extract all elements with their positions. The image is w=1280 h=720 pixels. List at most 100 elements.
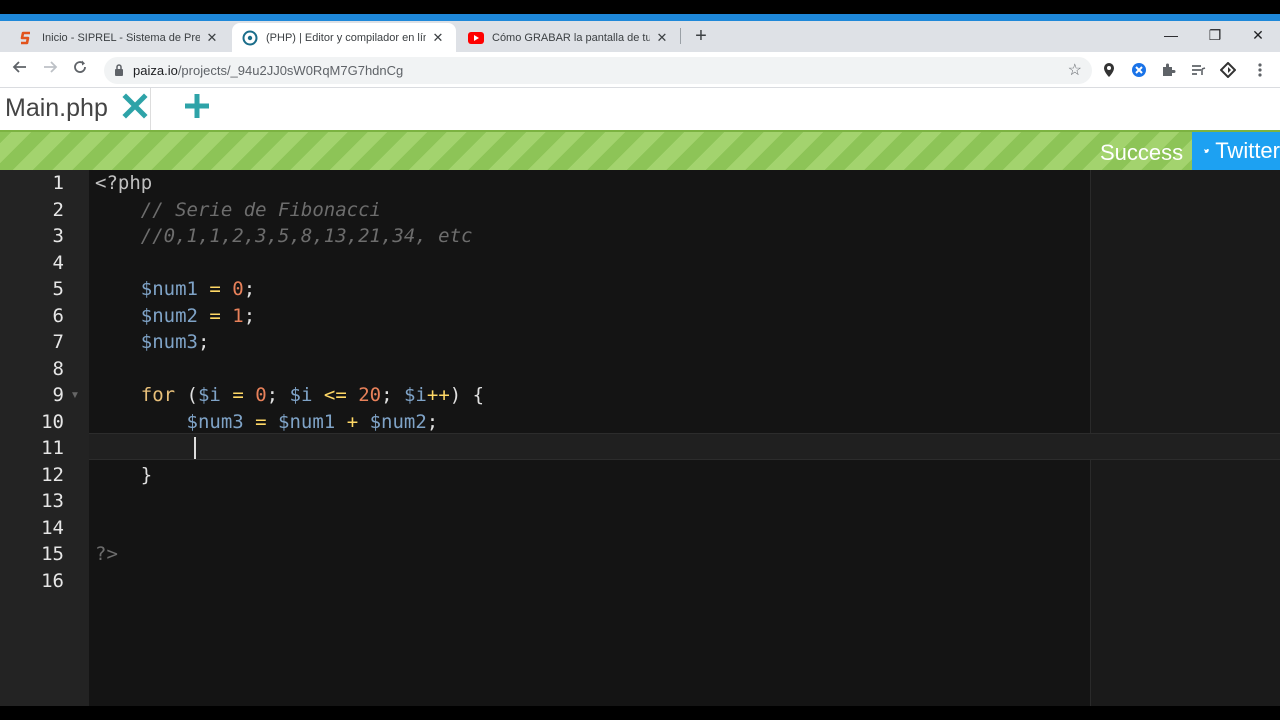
- extension-diamond-icon[interactable]: [1218, 60, 1238, 80]
- code-token: $i: [197, 384, 221, 406]
- code-token: $num2: [369, 410, 427, 433]
- arrow-left-icon: [12, 61, 26, 73]
- twitter-button[interactable]: Twitter: [1192, 132, 1280, 170]
- code-line: $num1 = 0;: [95, 276, 255, 303]
- code-token: $num3: [186, 410, 244, 433]
- code-line: for ($i = 0; $i <= 20; $i++) {: [95, 382, 484, 409]
- line-number: 5: [52, 278, 64, 300]
- line-number: 3: [52, 225, 64, 247]
- bottom-black-strip: [0, 706, 1280, 720]
- code-line: }: [95, 463, 153, 486]
- active-line-highlight: [89, 433, 1280, 460]
- twitter-bird-icon: [1204, 148, 1209, 153]
- browser-tab-paiza[interactable]: (PHP) | Editor y compilador en lín ✕: [232, 23, 456, 52]
- line-number: 6: [52, 304, 64, 327]
- puzzle-extensions-icon[interactable]: [1158, 60, 1178, 80]
- minimize-button[interactable]: —: [1156, 24, 1186, 46]
- browser-tab-youtube[interactable]: Cómo GRABAR la pantalla de tu ✕: [458, 23, 680, 52]
- url-text[interactable]: paiza.io/projects/_94u2JJ0sW0RqM7G7hdnCg: [133, 63, 403, 78]
- code-line: $num2 = 1;: [95, 303, 255, 330]
- code-line: <?php: [95, 172, 153, 194]
- menu-kebab-icon[interactable]: [1250, 60, 1270, 80]
- line-number: 9: [52, 384, 64, 406]
- status-bar: Success Twitter: [0, 130, 1280, 170]
- text-cursor: [194, 437, 196, 459]
- location-pin-icon[interactable]: [1099, 60, 1119, 80]
- code-editor[interactable]: 1 2 3 4 5 6 7 8 9 ▼ 10 11 12 13 14 15 16…: [0, 170, 1280, 706]
- restore-button[interactable]: ❐: [1200, 24, 1230, 46]
- new-tab-button[interactable]: +: [690, 25, 712, 47]
- browser-tab-strip: Inicio - SIPREL - Sistema de Prep ✕ (PHP…: [0, 21, 1280, 52]
- browser-tab-siprel[interactable]: Inicio - SIPREL - Sistema de Prep ✕: [8, 23, 230, 52]
- code-token: $num1: [140, 278, 198, 300]
- browser-tab-title: Inicio - SIPREL - Sistema de Prep: [42, 31, 200, 44]
- paiza-favicon-icon: [242, 30, 258, 46]
- code-token: ;: [426, 410, 439, 433]
- status-success: Success: [1100, 140, 1184, 165]
- top-black-strip: [0, 0, 1280, 14]
- code-token: (: [175, 384, 198, 406]
- url-path: /projects/_94u2JJ0sW0RqM7G7hdnCg: [177, 63, 404, 78]
- media-queue-icon[interactable]: [1188, 60, 1208, 80]
- line-number: 1: [52, 172, 64, 194]
- line-number: 4: [52, 251, 64, 274]
- code-token: 20: [358, 384, 382, 406]
- code-token: $i: [403, 384, 427, 406]
- screen: Inicio - SIPREL - Sistema de Prep ✕ (PHP…: [0, 0, 1280, 720]
- accent-bar: [0, 14, 1280, 21]
- close-icon[interactable]: ✕: [204, 30, 220, 46]
- back-button[interactable]: [9, 59, 31, 81]
- code-token: ;: [381, 384, 404, 406]
- browser-tab-title: (PHP) | Editor y compilador en lín: [266, 31, 426, 44]
- code-token: +: [335, 410, 370, 433]
- code-line: ?>: [95, 543, 118, 565]
- code-token: =: [197, 304, 233, 327]
- line-number: 10: [41, 410, 64, 433]
- code-line: $num3 = $num1 + $num2;: [95, 409, 439, 436]
- reload-button[interactable]: [69, 59, 91, 81]
- file-tab-bar: Main.php: [0, 88, 1280, 130]
- code-token: ;: [197, 331, 210, 353]
- line-number: 14: [41, 516, 64, 539]
- code-token: =: [243, 410, 279, 433]
- twitter-label: Twitter: [1215, 138, 1280, 163]
- close-icon[interactable]: ✕: [654, 30, 670, 46]
- code-token: $num2: [140, 304, 198, 327]
- window-close-button[interactable]: ✕: [1243, 24, 1273, 46]
- add-file-icon[interactable]: [183, 92, 211, 120]
- siprel-favicon-icon: [18, 30, 34, 46]
- line-number: 13: [41, 490, 64, 512]
- code-token: ;: [243, 278, 256, 300]
- youtube-favicon-icon: [468, 30, 484, 46]
- code-token: 0: [255, 384, 267, 406]
- code-line: //0,1,1,2,3,5,8,13,21,34, etc: [95, 225, 473, 247]
- file-name: Main.php: [5, 94, 108, 122]
- code-token: =: [197, 278, 233, 300]
- lock-icon: [115, 64, 123, 76]
- line-number: 15: [41, 543, 64, 565]
- fold-arrow-icon[interactable]: ▼: [70, 390, 80, 401]
- code-line: $num3;: [95, 329, 210, 356]
- code-token: for: [140, 384, 176, 406]
- line-number: 2: [52, 198, 64, 221]
- reload-icon: [74, 60, 86, 73]
- code-token: ;: [266, 384, 290, 406]
- url-domain: paiza.io: [133, 63, 178, 78]
- close-file-icon[interactable]: [121, 92, 149, 120]
- line-number: 12: [41, 463, 64, 486]
- bookmark-star-icon[interactable]: ☆: [1068, 60, 1082, 80]
- code-token: =: [220, 384, 256, 406]
- close-icon[interactable]: ✕: [430, 30, 446, 46]
- line-number: 7: [52, 331, 64, 353]
- code-token: $num3: [140, 331, 198, 353]
- address-bar[interactable]: paiza.io/projects/_94u2JJ0sW0RqM7G7hdnCg…: [104, 57, 1092, 84]
- code-token: ;: [243, 304, 256, 327]
- forward-button[interactable]: [39, 59, 61, 81]
- line-number: 11: [41, 437, 64, 459]
- browser-toolbar: paiza.io/projects/_94u2JJ0sW0RqM7G7hdnCg…: [0, 52, 1280, 88]
- file-tab-main[interactable]: Main.php: [0, 88, 151, 130]
- extension-blue-icon[interactable]: [1129, 60, 1149, 80]
- arrow-right-icon: [44, 61, 58, 73]
- code-token: 0: [232, 278, 244, 300]
- line-number: 16: [41, 569, 64, 592]
